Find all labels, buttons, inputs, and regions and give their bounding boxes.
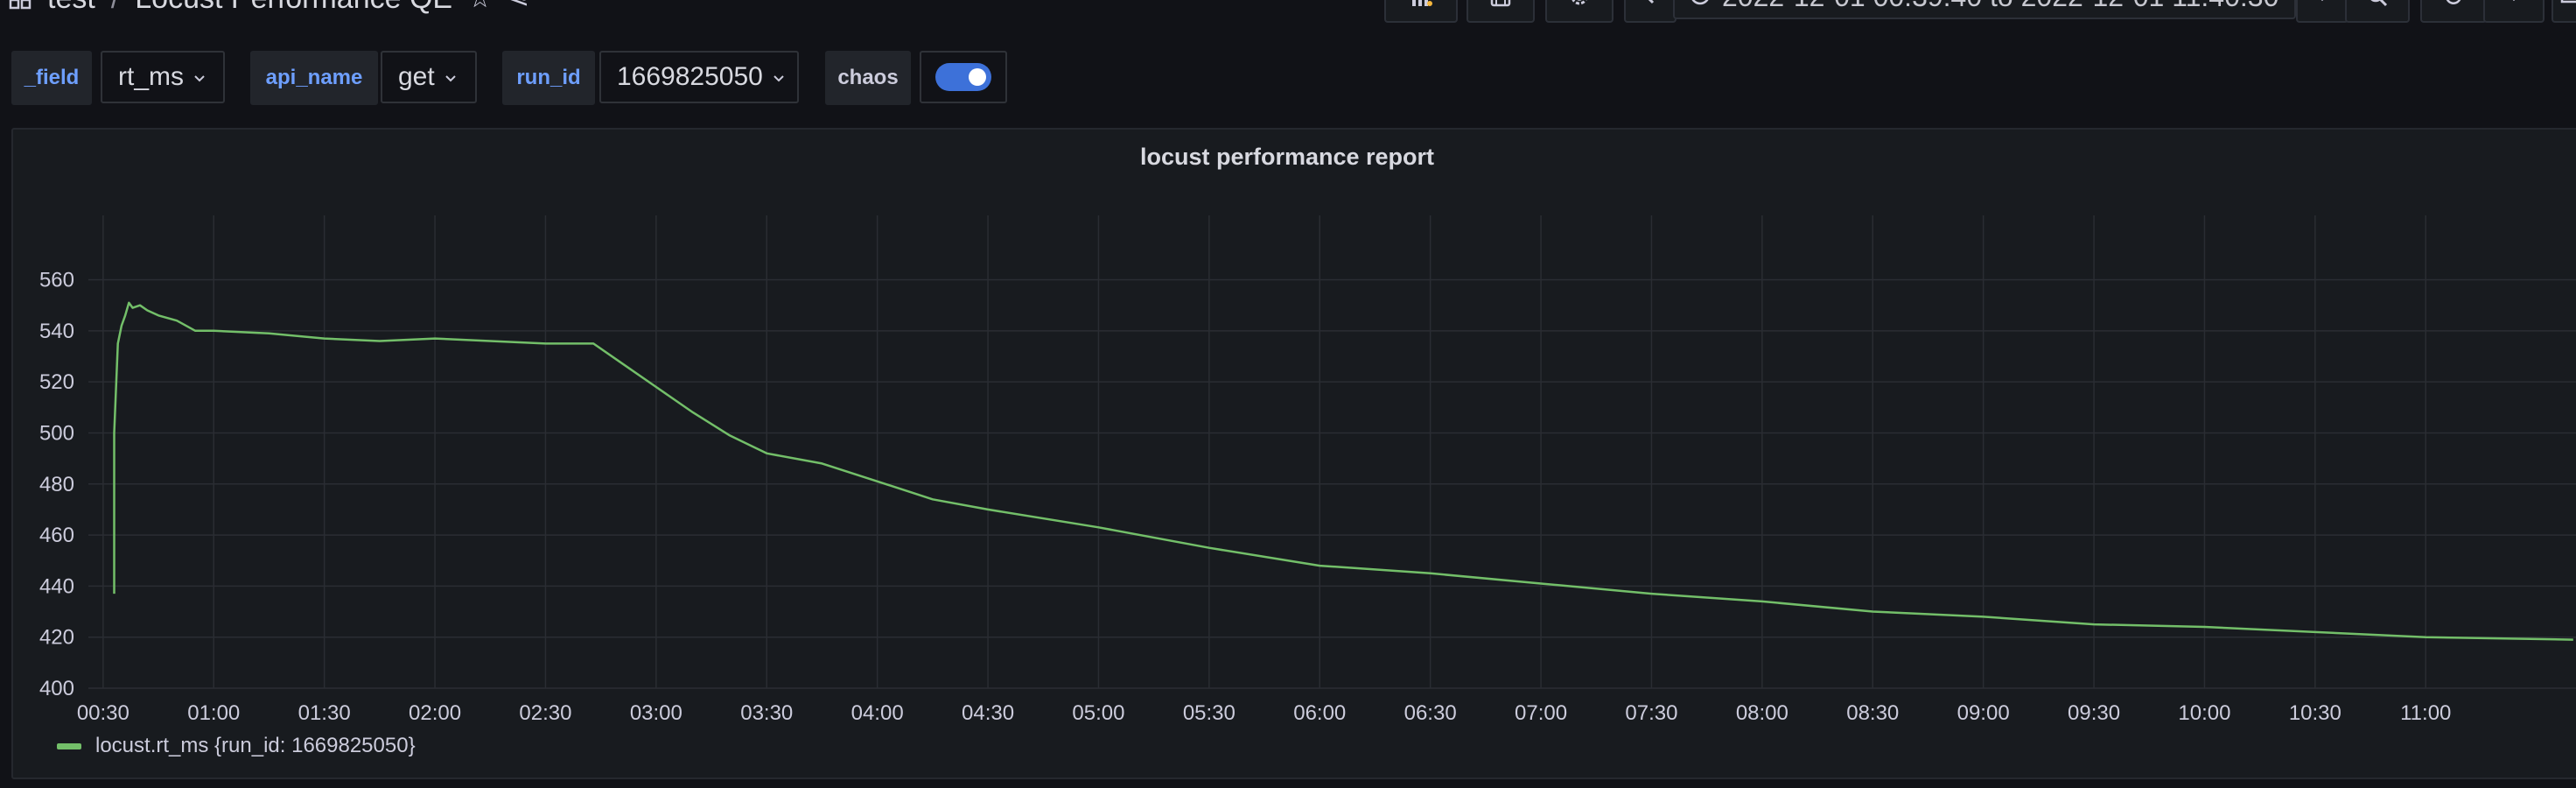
variable-label-field: _field	[11, 51, 92, 105]
dashboard-title[interactable]: Locust Performance QE	[135, 0, 452, 16]
y-tick-label: 500	[39, 421, 74, 445]
x-tick-label: 04:30	[962, 701, 1014, 725]
y-tick-label: 400	[39, 677, 74, 700]
variable-select-run-id[interactable]: 1669825050	[599, 51, 799, 103]
variable-value-field: rt_ms	[118, 62, 184, 91]
variable-select-field[interactable]: rt_ms	[101, 51, 225, 103]
chevron-down-icon	[2311, 0, 2334, 12]
bar-chart-add-icon	[1410, 0, 1432, 12]
chevron-down-icon	[444, 62, 458, 92]
x-tick-label: 04:00	[851, 701, 904, 725]
star-icon[interactable]: ☆	[468, 0, 492, 14]
share-icon[interactable]: ⋖	[508, 0, 529, 14]
variable-value-run-id: 1669825050	[617, 62, 763, 91]
x-tick-label: 09:00	[1957, 701, 2010, 725]
x-tick-label: 07:30	[1625, 701, 1677, 725]
x-tick-label: 09:30	[2068, 701, 2120, 725]
variable-label-api-name: api_name	[250, 51, 378, 105]
y-tick-label: 440	[39, 574, 74, 598]
x-tick-label: 02:30	[519, 701, 571, 725]
x-tick-label: 08:30	[1846, 701, 1899, 725]
zoom-out-icon	[2366, 0, 2389, 12]
y-tick-label: 540	[39, 320, 74, 343]
chaos-toggle[interactable]	[935, 63, 991, 91]
y-tick-label: 420	[39, 626, 74, 650]
chevron-down-icon	[772, 62, 786, 92]
graph-panel[interactable]: locust performance report 400 420 440 460 48…	[11, 128, 2576, 779]
refresh-interval-dropdown[interactable]	[2483, 0, 2544, 23]
breadcrumb-folder[interactable]: test	[47, 0, 95, 16]
add-panel-button[interactable]	[1384, 0, 1458, 23]
timeseries-chart[interactable]: 400 420 440 460 480 500 520 540 560 00:30 01:00 01:…	[13, 130, 2576, 725]
y-tick-label: 480	[39, 473, 74, 496]
refresh-button[interactable]	[2420, 0, 2487, 23]
x-tick-label: 00:30	[77, 701, 130, 725]
x-tick-label: 03:30	[740, 701, 793, 725]
dashboard-settings-button[interactable]	[1545, 0, 1614, 23]
chevron-down-icon	[2502, 0, 2525, 12]
x-tick-label: 08:00	[1736, 701, 1788, 725]
top-navbar: test / Locust Performance QE ☆ ⋖ 2022-12…	[0, 0, 2576, 23]
chevron-left-icon	[1639, 0, 1662, 12]
x-tick-label: 05:00	[1072, 701, 1124, 725]
breadcrumb: test / Locust Performance QE ☆ ⋖	[9, 0, 529, 23]
x-tick-label: 05:30	[1183, 701, 1236, 725]
y-tick-label: 560	[39, 269, 74, 292]
zoom-out-button[interactable]	[2345, 0, 2410, 23]
variable-value-api-name: get	[398, 62, 435, 91]
toggle-knob	[969, 68, 986, 86]
variable-label-run-id: run_id	[502, 51, 595, 105]
legend[interactable]: locust.rt_ms {run_id: 1669825050}	[57, 734, 416, 758]
clock-icon	[1689, 0, 1712, 11]
x-tick-label: 10:00	[2178, 701, 2230, 725]
time-range-dropdown[interactable]	[2296, 0, 2348, 23]
chevron-down-icon	[192, 62, 206, 92]
variable-select-api-name[interactable]: get	[381, 51, 477, 103]
time-range-text: 2022-12-01 00:39:40 to 2022-12-01 11:40:…	[1722, 0, 2278, 13]
x-tick-label: 10:30	[2289, 701, 2342, 725]
view-mode-button[interactable]	[2552, 0, 2576, 23]
gear-icon	[1568, 0, 1591, 12]
x-tick-label: 01:30	[298, 701, 351, 725]
x-tick-label: 11:00	[2400, 701, 2451, 725]
time-shift-back-button[interactable]	[1624, 0, 1676, 23]
time-range-picker[interactable]: 2022-12-01 00:39:40 to 2022-12-01 11:40:…	[1673, 0, 2296, 19]
legend-series-label[interactable]: locust.rt_ms {run_id: 1669825050}	[95, 734, 416, 758]
x-tick-label: 01:00	[187, 701, 240, 725]
refresh-icon	[2442, 0, 2465, 12]
save-icon	[1489, 0, 1512, 12]
x-tick-label: 07:00	[1515, 701, 1567, 725]
variable-label-chaos: chaos	[825, 51, 911, 105]
x-tick-label: 06:30	[1404, 701, 1457, 725]
y-tick-label: 460	[39, 524, 74, 547]
y-tick-label: 520	[39, 370, 74, 394]
x-tick-label: 06:00	[1293, 701, 1346, 725]
x-tick-label: 03:00	[630, 701, 682, 725]
legend-color-swatch	[57, 742, 81, 749]
chaos-toggle-container	[920, 51, 1007, 103]
tv-icon	[2559, 0, 2576, 12]
breadcrumb-separator: /	[111, 0, 119, 16]
dashboards-grid-icon[interactable]	[9, 0, 32, 10]
save-dashboard-button[interactable]	[1466, 0, 1535, 23]
x-tick-label: 02:00	[409, 701, 461, 725]
